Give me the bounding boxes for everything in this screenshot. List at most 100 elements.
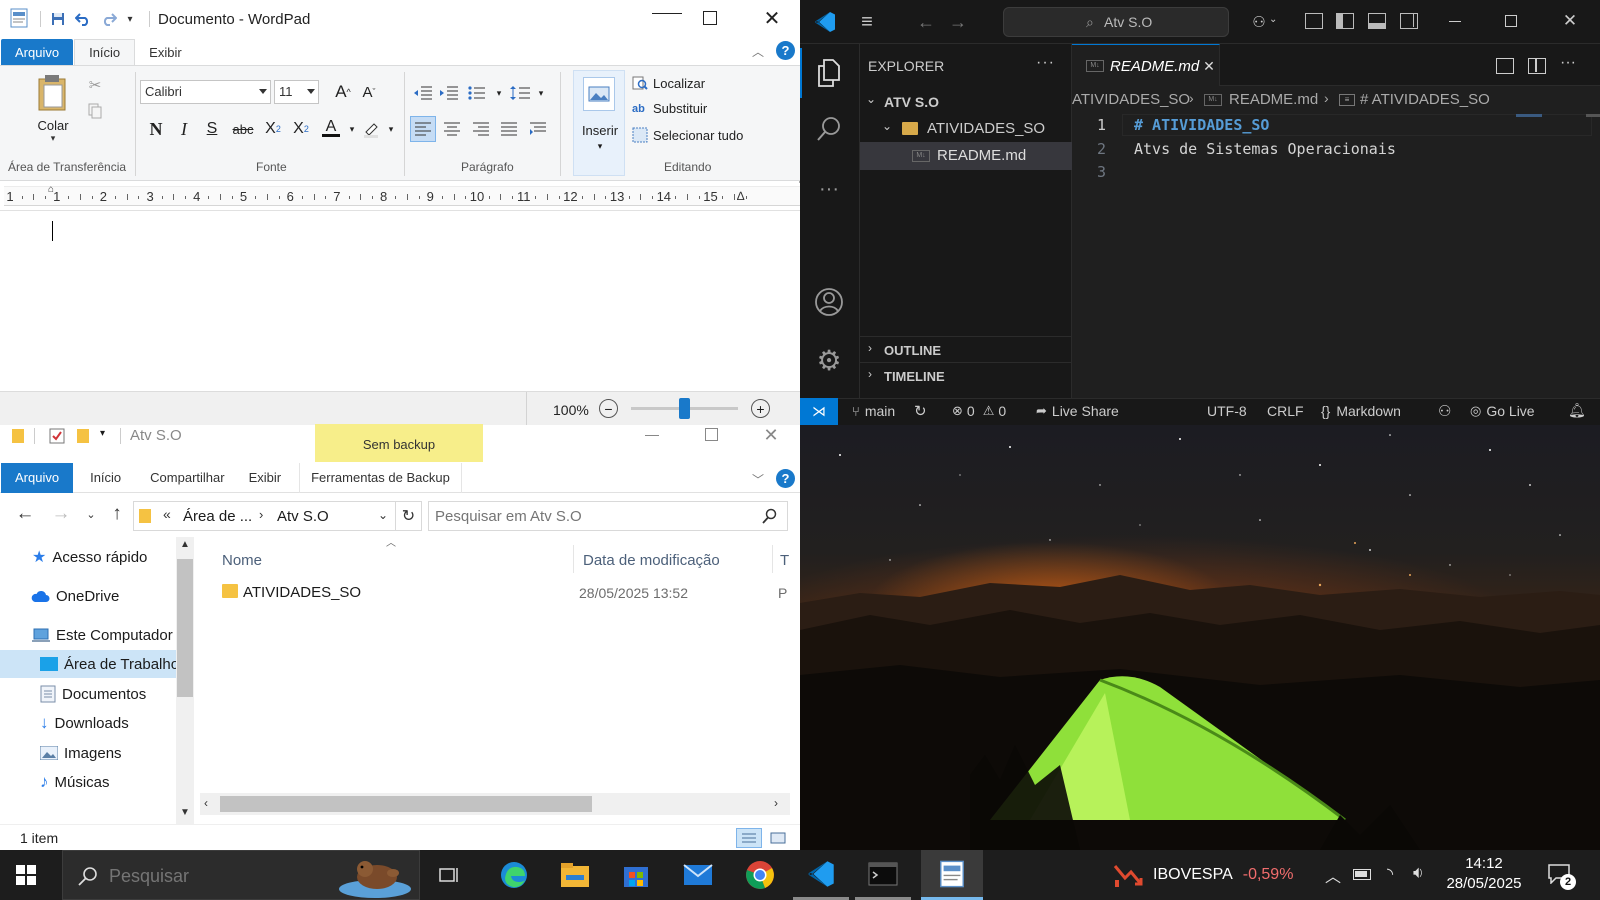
- scrollbar-thumb[interactable]: [220, 796, 592, 812]
- outline-section[interactable]: › OUTLINE: [860, 336, 1072, 362]
- explorer-files-icon[interactable]: [814, 58, 844, 88]
- align-left-button[interactable]: [410, 116, 436, 142]
- remote-indicator-icon[interactable]: ⋊: [800, 398, 838, 425]
- horizontal-scrollbar[interactable]: ‹ ›: [200, 793, 790, 815]
- sidebar-item-onedrive[interactable]: OneDrive: [30, 582, 119, 610]
- branch-indicator[interactable]: ⑂ main: [852, 403, 895, 419]
- find-button[interactable]: Localizar: [632, 75, 705, 91]
- overview-ruler[interactable]: [1586, 114, 1600, 117]
- close-tab-icon[interactable]: ✕: [1202, 58, 1216, 74]
- select-all-button[interactable]: Selecionar tudo: [632, 127, 743, 143]
- close-button[interactable]: ✕: [762, 425, 780, 445]
- more-views-icon[interactable]: ···: [814, 174, 844, 204]
- search-box[interactable]: [428, 501, 788, 531]
- insert-button[interactable]: Inserir ▾: [573, 70, 625, 176]
- font-color-icon[interactable]: A: [320, 116, 342, 138]
- scrollbar-thumb[interactable]: [177, 559, 193, 697]
- sync-icon[interactable]: ↻: [914, 402, 927, 420]
- search-icon[interactable]: [814, 114, 844, 144]
- sidebar-item-area-de-trabalho[interactable]: Área de Trabalho: [0, 650, 179, 678]
- quick-access-dropdown-icon[interactable]: ▾: [124, 12, 136, 26]
- customize-layout-icon[interactable]: [1305, 13, 1323, 29]
- bullet-list-icon[interactable]: [467, 82, 489, 104]
- document-area[interactable]: [0, 211, 800, 391]
- close-button[interactable]: ✕: [1560, 11, 1580, 31]
- grow-font-icon[interactable]: A ^: [332, 81, 354, 103]
- scroll-up-icon[interactable]: ▲: [180, 539, 190, 550]
- large-icons-view-icon[interactable]: [766, 828, 790, 848]
- breadcrumb-file[interactable]: README.md: [1229, 91, 1318, 108]
- forward-arrow-icon[interactable]: →: [947, 11, 969, 33]
- refresh-icon[interactable]: ↻: [396, 501, 422, 531]
- toggle-primary-sidebar-icon[interactable]: [1336, 13, 1354, 29]
- taskbar-search[interactable]: [62, 850, 420, 900]
- address-dropdown-icon[interactable]: ⌄: [378, 508, 388, 522]
- table-row[interactable]: ATIVIDADES_SO 28/05/2025 13:52 P: [206, 578, 800, 606]
- new-folder-icon[interactable]: [77, 429, 89, 443]
- paste-button[interactable]: Colar ▾: [36, 74, 74, 154]
- increase-indent-icon[interactable]: [438, 82, 460, 104]
- superscript-button[interactable]: X2: [290, 118, 312, 140]
- sidebar-item-acesso-rapido[interactable]: ★ Acesso rápido: [32, 543, 147, 571]
- align-center-button[interactable]: [441, 118, 463, 140]
- eol-indicator[interactable]: CRLF: [1267, 403, 1304, 419]
- recent-locations-icon[interactable]: ⌄: [84, 503, 98, 525]
- tree-file-selected[interactable]: M↓ README.md: [860, 142, 1072, 170]
- forward-arrow-icon[interactable]: →: [50, 503, 72, 525]
- split-editor-icon[interactable]: [1528, 58, 1546, 74]
- paragraph-settings-icon[interactable]: [527, 118, 549, 140]
- up-arrow-icon[interactable]: ↑: [106, 503, 128, 525]
- live-share-button[interactable]: ➦ Live Share: [1036, 403, 1119, 419]
- align-right-button[interactable]: [470, 118, 492, 140]
- tab-arquivo[interactable]: Arquivo: [1, 39, 74, 65]
- toggle-secondary-sidebar-icon[interactable]: [1400, 13, 1418, 29]
- more-actions-icon[interactable]: ···: [1560, 54, 1576, 72]
- replace-button[interactable]: ab Substituir: [632, 101, 707, 116]
- tab-compartilhar[interactable]: Compartilhar: [138, 465, 236, 491]
- sidebar-item-downloads[interactable]: ↓ Downloads: [40, 709, 129, 737]
- volume-icon[interactable]: 🔉︎: [1413, 863, 1424, 883]
- zoom-out-button[interactable]: −: [599, 399, 618, 418]
- scroll-left-icon[interactable]: ‹: [204, 796, 208, 810]
- notifications-bell-icon[interactable]: 🔔︎: [1568, 402, 1586, 419]
- taskbar-mail[interactable]: [670, 850, 726, 900]
- maximize-button[interactable]: [703, 11, 717, 25]
- command-center-search[interactable]: ⌕ Atv S.O: [1003, 7, 1229, 37]
- stock-widget[interactable]: IBOVESPA -0,59%: [1113, 850, 1293, 900]
- quick-access-dropdown-icon[interactable]: ▾: [100, 428, 105, 439]
- encoding-indicator[interactable]: UTF-8: [1207, 403, 1247, 419]
- ruler-right-margin-marker[interactable]: ∆: [737, 189, 744, 203]
- line-spacing-dropdown-icon[interactable]: ▾: [530, 82, 552, 104]
- back-arrow-icon[interactable]: ←: [915, 11, 937, 33]
- code-editor[interactable]: 1 # ATIVIDADES_SO 2 Atvs de Sistemas Ope…: [1072, 112, 1600, 398]
- minimize-button[interactable]: [1449, 21, 1461, 22]
- scroll-right-icon[interactable]: ›: [774, 796, 778, 810]
- wifi-icon[interactable]: ◝: [1387, 864, 1393, 884]
- taskbar-search-input[interactable]: [109, 865, 309, 887]
- breadcrumb-symbol[interactable]: # ATIVIDADES_SO: [1360, 91, 1490, 108]
- taskbar-wordpad[interactable]: [921, 850, 983, 900]
- start-windows-icon[interactable]: [14, 863, 38, 887]
- ruler-indent-marker[interactable]: ⌂: [48, 184, 54, 195]
- breadcrumb-desktop[interactable]: Área de ...: [183, 508, 252, 525]
- close-button[interactable]: ✕: [762, 7, 782, 30]
- copilot-icon[interactable]: ⚇: [1247, 11, 1271, 33]
- bullet-list-dropdown-icon[interactable]: ▾: [488, 82, 510, 104]
- editor-tab-readme[interactable]: M↓ README.md ✕: [1072, 44, 1220, 86]
- column-tipo[interactable]: T: [780, 552, 789, 569]
- italic-button[interactable]: I: [173, 118, 195, 140]
- minimap[interactable]: [1516, 114, 1542, 117]
- search-input[interactable]: [435, 506, 755, 526]
- decrease-indent-icon[interactable]: [412, 82, 434, 104]
- details-view-icon[interactable]: [736, 828, 762, 848]
- undo-icon[interactable]: [73, 9, 93, 29]
- cut-icon[interactable]: ✂: [84, 74, 106, 96]
- maximize-button[interactable]: [1505, 15, 1517, 27]
- strikethrough-button[interactable]: abc: [230, 118, 256, 140]
- help-icon[interactable]: ?: [776, 41, 795, 60]
- tab-inicio[interactable]: Início: [73, 465, 138, 491]
- column-divider[interactable]: [772, 545, 773, 573]
- line-spacing-icon[interactable]: [510, 82, 532, 104]
- back-arrow-icon[interactable]: ←: [14, 503, 36, 525]
- breadcrumb-folder[interactable]: ATIVIDADES_SO: [1072, 91, 1190, 108]
